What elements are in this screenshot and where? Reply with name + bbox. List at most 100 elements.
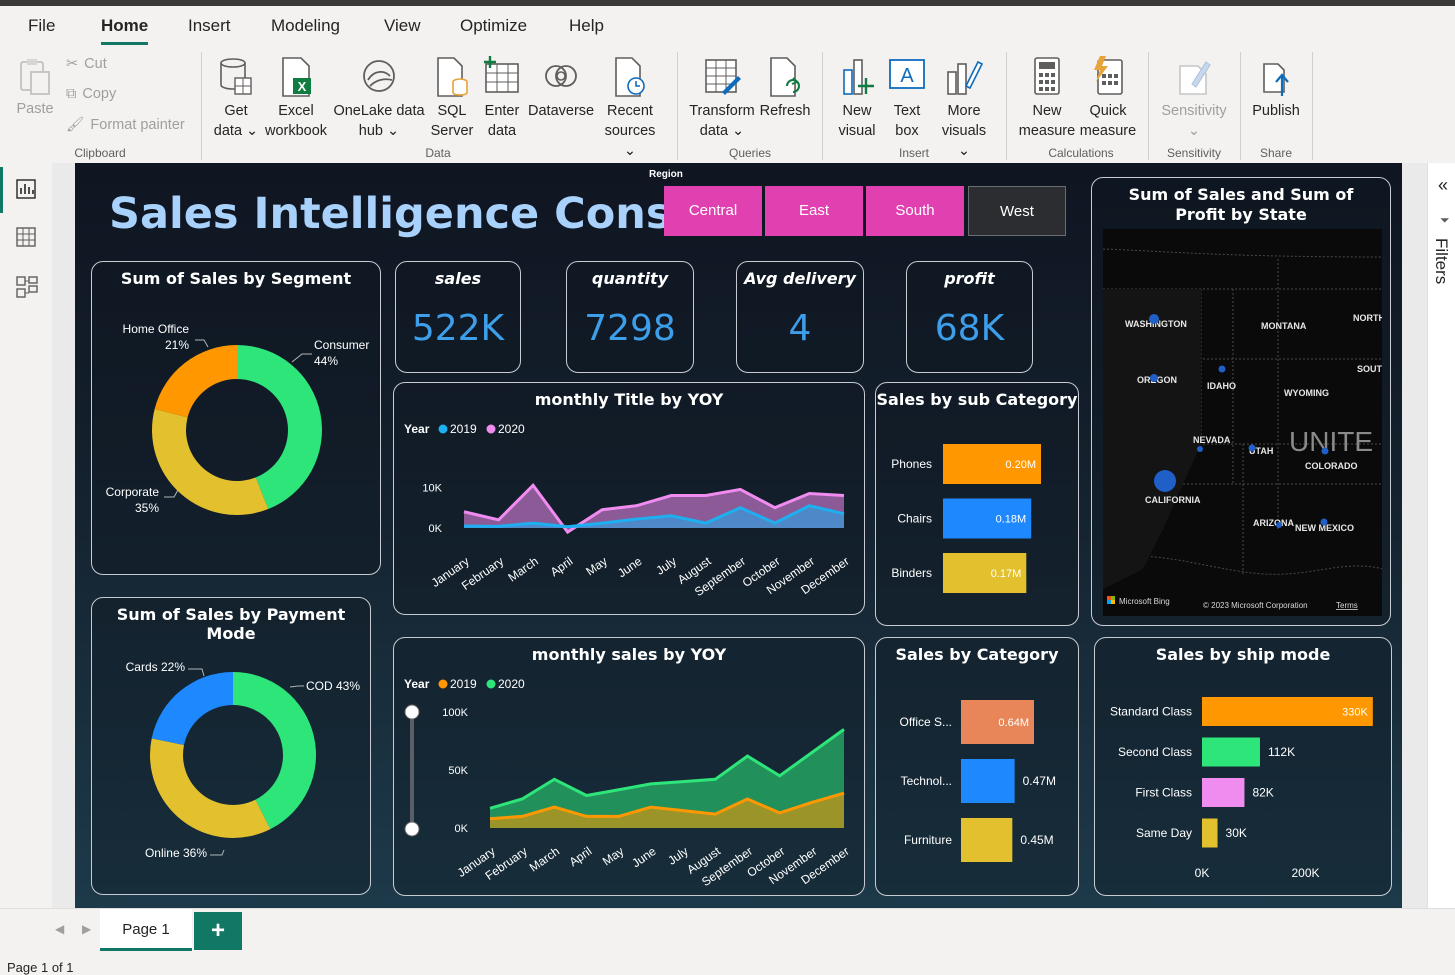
map-visual[interactable]: WASHINGTON MONTANA NORTH OREGON IDAHO SO… — [1103, 229, 1382, 616]
table-view-icon[interactable] — [16, 227, 36, 247]
range-slider-handle-top[interactable] — [404, 704, 420, 720]
donut-label: Online 36% — [145, 846, 207, 860]
group-separator — [1240, 52, 1241, 160]
payment-donut-card[interactable]: Sum of Sales by Payment Mode COD 43% Onli… — [91, 597, 371, 895]
map-terms-link[interactable]: Terms — [1336, 601, 1358, 610]
text-box-button[interactable]: A Text box — [884, 56, 930, 141]
range-slider-handle-bottom[interactable] — [404, 821, 420, 837]
bar-category-label: First Class — [1135, 786, 1192, 800]
map-card[interactable]: Sum of Sales and Sum of Profit by State … — [1091, 177, 1391, 626]
filters-pane-collapsed[interactable]: « ⏷ Filters — [1427, 163, 1455, 908]
category-chart-title: Sales by Category — [895, 645, 1059, 664]
bar[interactable] — [961, 818, 1013, 862]
get-data-button[interactable]: Get data ⌄ — [212, 56, 260, 141]
map-bubble — [1276, 522, 1282, 528]
subcategory-card[interactable]: Sales by sub Category Phones 0.20M Chairs 0… — [875, 382, 1079, 626]
bar-category-label: Phones — [891, 457, 932, 471]
bar[interactable] — [961, 759, 1015, 803]
text-box-label-2: box — [895, 123, 919, 139]
svg-text:X: X — [298, 79, 307, 94]
sql-server-button[interactable]: SQL Server — [428, 56, 476, 141]
recent-sources-button[interactable]: Recent sources ⌄ — [598, 56, 662, 161]
bar[interactable] — [1202, 778, 1245, 807]
scroll-right-icon[interactable]: ▶ — [82, 922, 91, 936]
excel-workbook-button[interactable]: X Excel workbook — [264, 56, 328, 141]
ribbon: Paste ✂ Cut ⧉ Copy 🖌 Format painter Clipboa… — [0, 46, 1455, 163]
bar-category-label: Second Class — [1118, 745, 1192, 759]
onelake-label-1: OneLake data — [333, 103, 425, 119]
copy-button[interactable]: ⧉ Copy — [66, 86, 116, 102]
menu-modeling[interactable]: Modeling — [271, 16, 340, 36]
menu-view[interactable]: View — [384, 16, 421, 36]
state-label: NEVADA — [1193, 435, 1231, 445]
page-count-status: Page 1 of 1 — [7, 960, 74, 975]
group-separator — [1148, 52, 1149, 160]
new-visual-button[interactable]: New visual — [834, 56, 880, 141]
legend-label[interactable]: 2020 — [498, 422, 525, 436]
quick-measure-button[interactable]: Quick measure — [1078, 56, 1138, 141]
monthly-sales-card[interactable]: monthly sales by YOY Year 2019 2020 0K 50K 10… — [393, 637, 865, 896]
donut-label: Cards 22% — [126, 660, 186, 674]
kpi-card-avg-delivery[interactable]: Avg delivery 4 — [736, 261, 864, 373]
donut-slice[interactable] — [152, 408, 269, 515]
segment-donut-chart: Consumer 44% Corporate 35% Home Office 21% — [106, 322, 369, 515]
legend-label[interactable]: 2019 — [450, 677, 477, 691]
segment-donut-card[interactable]: Sum of Sales by Segment Consumer 44% Corpo… — [91, 261, 381, 575]
monthly-title-card[interactable]: monthly Title by YOY Year 2019 2020 0K 10K Ja… — [393, 382, 865, 615]
report-view-icon[interactable] — [16, 179, 36, 199]
donut-pct: 21% — [165, 338, 189, 352]
menu-home[interactable]: Home — [101, 16, 149, 45]
menu-insert[interactable]: Insert — [188, 16, 231, 36]
cut-button[interactable]: ✂ Cut — [66, 56, 107, 72]
bar-value-label: 330K — [1342, 707, 1368, 719]
legend-label[interactable]: 2019 — [450, 422, 477, 436]
excel-icon: X — [282, 57, 311, 97]
new-measure-button[interactable]: New measure — [1016, 56, 1078, 141]
donut-slice[interactable] — [151, 672, 233, 745]
kpi-card-profit[interactable]: profit 68K — [906, 261, 1033, 373]
menu-help[interactable]: Help — [569, 16, 604, 36]
y-tick-label: 10K — [422, 482, 442, 494]
kpi-value: 68K — [934, 308, 1005, 349]
refresh-button[interactable]: Refresh — [758, 56, 812, 121]
category-card[interactable]: Sales by Category Office S... 0.64M Techno… — [875, 637, 1079, 896]
kpi-value: 4 — [788, 308, 812, 349]
slicer-item-east[interactable]: East — [765, 186, 863, 236]
bar[interactable] — [1202, 737, 1260, 767]
monthly-title-area-chart: Year 2019 20200K10KJanuaryFebruary March Apr… — [404, 422, 852, 599]
scroll-left-icon[interactable]: ◀ — [55, 922, 64, 936]
x-tick-label: April — [567, 844, 595, 869]
add-page-button[interactable]: + — [194, 912, 242, 950]
ship-mode-card[interactable]: Sales by ship mode Standard Class 330K Sec… — [1094, 637, 1392, 896]
sensitivity-button[interactable]: Sensitivity ⌄ — [1158, 56, 1230, 141]
legend-label[interactable]: 2020 — [498, 677, 525, 691]
dataverse-icon — [545, 65, 577, 87]
donut-slice[interactable] — [154, 345, 237, 418]
slicer-item-west[interactable]: West — [968, 186, 1066, 236]
enter-data-button[interactable]: Enter data — [480, 56, 524, 141]
paste-button[interactable]: Paste — [14, 56, 56, 119]
kpi-card-quantity[interactable]: quantity 7298 — [566, 261, 694, 373]
format-painter-button[interactable]: 🖌 Format painter — [66, 116, 185, 134]
model-view-icon[interactable] — [16, 275, 38, 299]
database-icon — [220, 58, 252, 95]
map-bubble — [1218, 365, 1226, 373]
menu-optimize[interactable]: Optimize — [460, 16, 527, 36]
onelake-hub-button[interactable]: OneLake data hub ⌄ — [332, 56, 426, 141]
bar-category-label: Furniture — [904, 833, 952, 847]
slicer-label: Region — [649, 169, 683, 180]
bar[interactable] — [1202, 818, 1218, 848]
slicer-item-central[interactable]: Central — [664, 186, 762, 236]
slicer-item-south[interactable]: South — [866, 186, 964, 236]
tab-page-1[interactable]: Page 1 — [100, 909, 192, 951]
map-svg: WASHINGTON MONTANA NORTH OREGON IDAHO SO… — [1103, 248, 1382, 610]
group-label-data: Data — [425, 146, 451, 160]
kpi-card-sales[interactable]: sales 522K — [395, 261, 521, 373]
donut-slice[interactable] — [150, 738, 271, 838]
dataverse-button[interactable]: Dataverse — [528, 56, 594, 121]
expand-chevrons-icon[interactable]: « — [1438, 175, 1448, 196]
publish-button[interactable]: Publish — [1248, 56, 1304, 121]
transform-data-button[interactable]: Transform data ⌄ — [688, 56, 756, 141]
transform-label-1: Transform — [689, 103, 755, 119]
menu-file[interactable]: File — [28, 16, 55, 36]
